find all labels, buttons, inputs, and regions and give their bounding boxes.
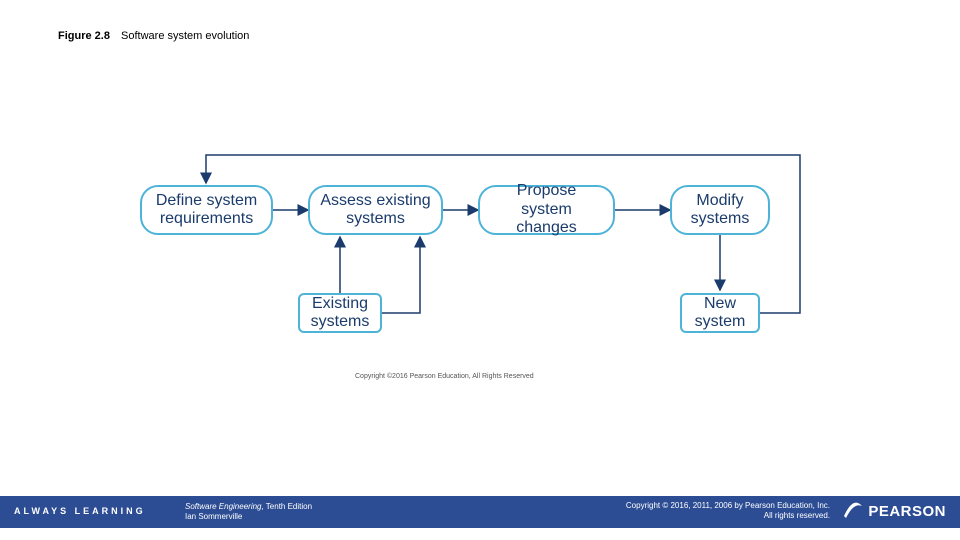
- pearson-swoosh-icon: [842, 500, 864, 522]
- always-learning-text: ALWAYS LEARNING: [14, 506, 146, 516]
- node-label: Assess existingsystems: [320, 192, 430, 229]
- figure-title: Software system evolution: [121, 30, 249, 42]
- book-citation: Software Engineering, Tenth Edition Ian …: [185, 502, 312, 523]
- node-label: Newsystem: [695, 295, 746, 332]
- node-modify-systems: Modifysystems: [670, 185, 770, 235]
- footer-copyright: Copyright © 2016, 2011, 2006 by Pearson …: [626, 501, 830, 522]
- copyright-line-2: All rights reserved.: [626, 511, 830, 521]
- diagram-copyright: Copyright ©2016 Pearson Education, All R…: [355, 373, 534, 380]
- footer-bar: ALWAYS LEARNING Software Engineering, Te…: [0, 496, 960, 528]
- slide: Figure 2.8 Software system evolution Def: [0, 0, 960, 540]
- flow-diagram: Define systemrequirements Assess existin…: [140, 155, 840, 385]
- node-assess-existing-systems: Assess existingsystems: [308, 185, 443, 235]
- book-author: Ian Sommerville: [185, 512, 312, 522]
- book-edition: , Tenth Edition: [262, 502, 313, 511]
- node-label: Define systemrequirements: [156, 192, 257, 229]
- copyright-line-1: Copyright © 2016, 2011, 2006 by Pearson …: [626, 501, 830, 511]
- figure-number: Figure 2.8: [58, 30, 110, 42]
- pearson-brand-text: PEARSON: [868, 503, 946, 520]
- node-new-system: Newsystem: [680, 293, 760, 333]
- node-define-system-requirements: Define systemrequirements: [140, 185, 273, 235]
- node-label: Existingsystems: [311, 295, 370, 332]
- figure-caption: Figure 2.8 Software system evolution: [58, 30, 249, 42]
- node-label: Modifysystems: [691, 192, 750, 229]
- node-existing-systems: Existingsystems: [298, 293, 382, 333]
- book-title: Software Engineering: [185, 502, 262, 511]
- pearson-logo: PEARSON: [842, 500, 946, 522]
- node-propose-system-changes: Propose systemchanges: [478, 185, 615, 235]
- node-label: Propose systemchanges: [490, 182, 603, 237]
